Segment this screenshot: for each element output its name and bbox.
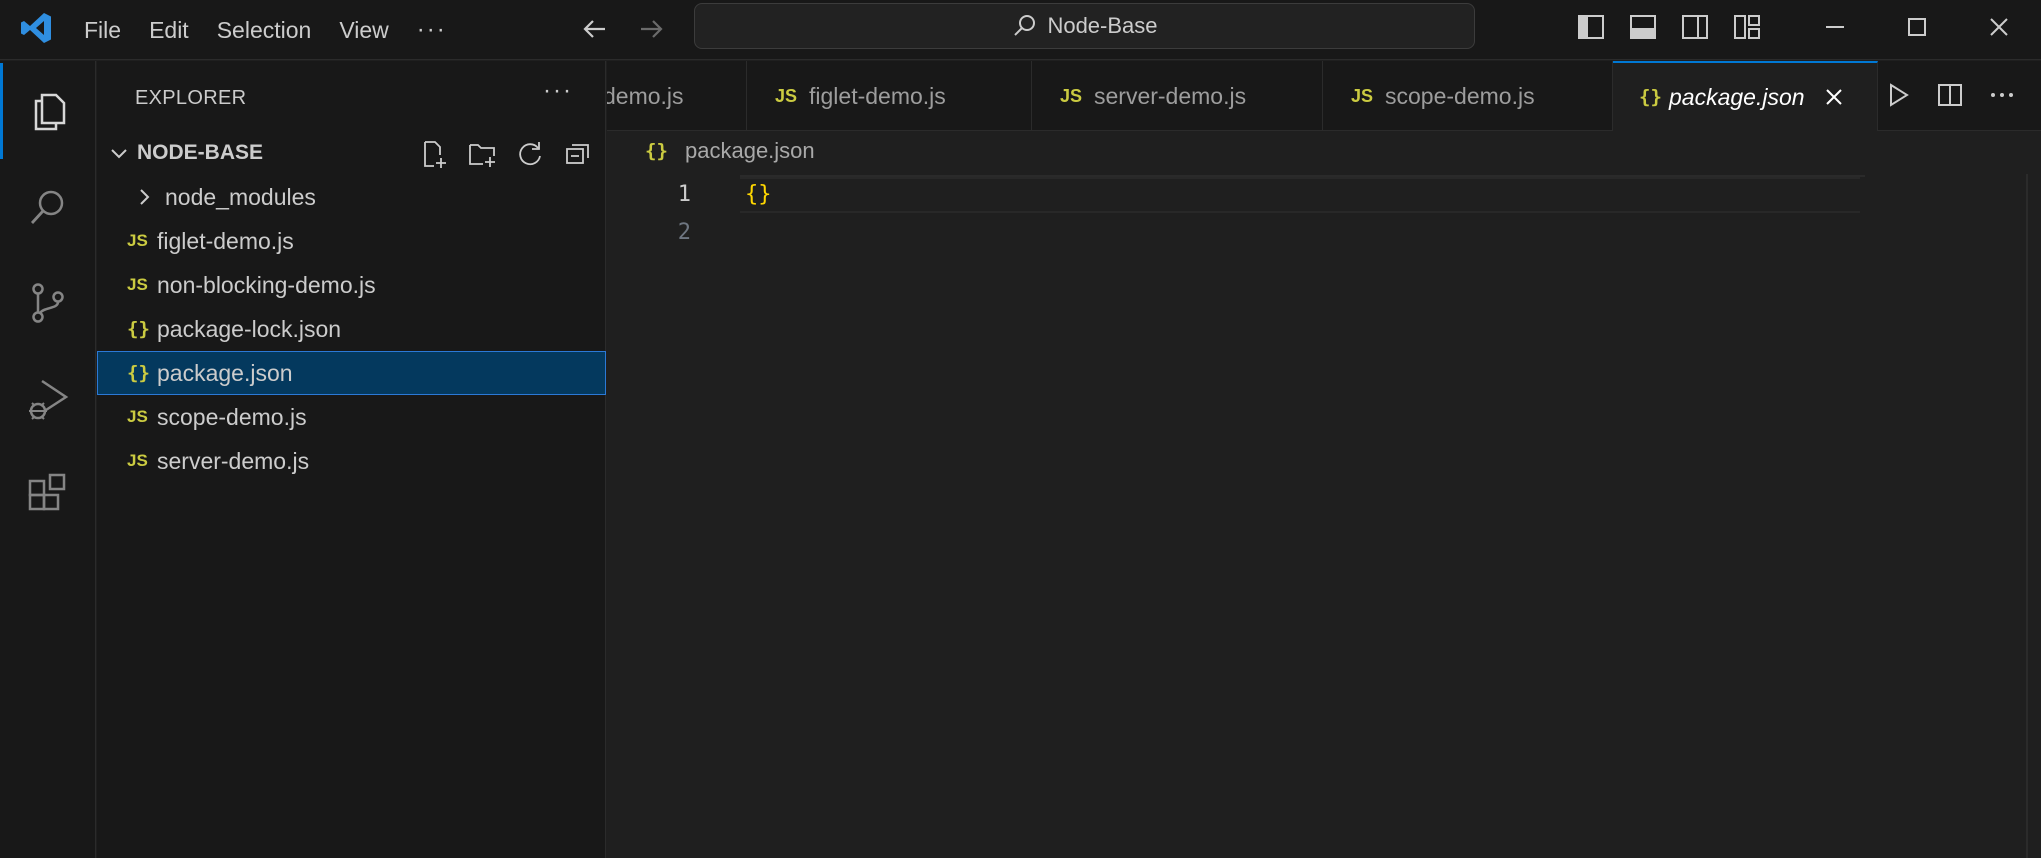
source-control-icon (32, 283, 64, 323)
tab-package-json[interactable]: {} package.json (1613, 61, 1878, 131)
close-tab-icon[interactable] (1823, 86, 1845, 108)
editor-line[interactable]: 1 {} (607, 176, 2041, 214)
toggle-panel-icon[interactable] (1626, 10, 1660, 44)
javascript-file-icon: JS (127, 451, 148, 470)
maximize-icon (1908, 18, 1926, 36)
editor-actions (1883, 80, 2017, 110)
javascript-file-icon: JS (1351, 85, 1374, 106)
close-icon (1990, 18, 2008, 36)
chevron-right-icon (140, 189, 150, 205)
command-center-search[interactable]: Node-Base (694, 3, 1475, 49)
tree-item-label: package.json (157, 359, 293, 386)
title-bar: File Edit Selection View ··· Node-Base (0, 0, 2041, 60)
tab-server-demo[interactable]: JS server-demo.js (1032, 61, 1323, 131)
tree-folder-node-modules[interactable]: node_modules (97, 175, 606, 219)
menu-file[interactable]: File (70, 0, 135, 60)
menu-view[interactable]: View (325, 0, 402, 60)
tree-item-label: scope-demo.js (157, 403, 307, 430)
line-number: 2 (677, 220, 691, 245)
menu-edit[interactable]: Edit (135, 0, 203, 60)
tab-label: demo.js (607, 82, 684, 109)
sidebar-title: EXPLORER (135, 87, 247, 109)
tab-label: package.json (1669, 83, 1805, 110)
javascript-file-icon: JS (127, 231, 148, 250)
tree-file-package-lock[interactable]: {} package-lock.json (97, 307, 606, 351)
run-debug-icon (29, 379, 69, 420)
editor-tabs: demo.js JS figlet-demo.js JS server-demo… (607, 61, 2041, 131)
new-folder-icon[interactable] (467, 139, 497, 169)
activity-search[interactable] (0, 159, 96, 255)
menu-bar: File Edit Selection View ··· (70, 0, 461, 60)
tree-item-label: package-lock.json (157, 315, 342, 342)
activity-run-debug[interactable] (0, 351, 96, 447)
chevron-down-icon (111, 149, 127, 159)
tab-label: figlet-demo.js (809, 82, 946, 109)
files-icon (34, 93, 65, 131)
json-file-icon: {} (645, 140, 668, 162)
activity-explorer[interactable] (0, 63, 96, 159)
javascript-file-icon: JS (127, 275, 148, 294)
search-icon (30, 190, 64, 224)
json-file-icon: {} (1639, 86, 1662, 108)
tree-item-label: node_modules (165, 183, 316, 210)
new-file-icon[interactable] (419, 139, 449, 169)
collapse-all-icon[interactable] (563, 139, 593, 169)
json-file-icon: {} (127, 318, 150, 340)
workspace-folder-header[interactable]: NODE-BASE (97, 131, 606, 175)
extensions-icon (28, 473, 66, 511)
tree-file-server-demo[interactable]: JS server-demo.js (97, 439, 606, 483)
tab-scope-demo[interactable]: JS scope-demo.js (1323, 61, 1613, 131)
maximize-button[interactable] (1876, 0, 1958, 54)
tree-file-package-json[interactable]: {} package.json (97, 351, 606, 395)
javascript-file-icon: JS (127, 407, 148, 426)
search-icon (1014, 15, 1036, 36)
code-text: {} (745, 182, 772, 207)
menu-selection[interactable]: Selection (203, 0, 326, 60)
navigation-arrows (578, 12, 668, 46)
tab-demo-js[interactable]: demo.js (607, 61, 747, 131)
toggle-secondary-sidebar-icon[interactable] (1678, 10, 1712, 44)
javascript-file-icon: JS (775, 85, 798, 106)
layout-controls (1574, 10, 1764, 44)
forward-arrow-icon[interactable] (634, 12, 668, 46)
breadcrumb-file[interactable]: package.json (685, 138, 815, 164)
tree-file-scope-demo[interactable]: JS scope-demo.js (97, 395, 606, 439)
editor-scrollbar[interactable] (2026, 174, 2041, 858)
line-number: 1 (677, 182, 691, 207)
tree-file-non-blocking-demo[interactable]: JS non-blocking-demo.js (97, 263, 606, 307)
minimize-icon (1826, 26, 1844, 28)
run-icon[interactable] (1883, 80, 1913, 110)
activity-bar (0, 61, 96, 858)
tab-figlet-demo[interactable]: JS figlet-demo.js (747, 61, 1032, 131)
tree-item-label: figlet-demo.js (157, 227, 294, 254)
window-controls (1794, 0, 2040, 54)
toggle-primary-sidebar-icon[interactable] (1574, 10, 1608, 44)
javascript-file-icon: JS (1060, 85, 1083, 106)
minimize-button[interactable] (1794, 0, 1876, 54)
json-file-icon: {} (127, 362, 150, 384)
more-actions-icon[interactable] (1987, 80, 2017, 110)
vscode-logo-icon (21, 13, 51, 43)
back-arrow-icon[interactable] (578, 12, 612, 46)
customize-layout-icon[interactable] (1730, 10, 1764, 44)
close-window-button[interactable] (1958, 0, 2040, 54)
menu-more-button[interactable]: ··· (403, 16, 461, 44)
command-center-label: Node-Base (1047, 13, 1158, 38)
activity-source-control[interactable] (0, 255, 96, 351)
folder-actions (419, 139, 593, 169)
tree-item-label: non-blocking-demo.js (157, 271, 376, 298)
activity-extensions[interactable] (0, 447, 96, 543)
explorer-sidebar: EXPLORER ··· NODE-BASE node_modules JS f… (97, 61, 606, 858)
breadcrumb[interactable]: {} package.json (645, 138, 815, 164)
tree-item-label: server-demo.js (157, 447, 310, 474)
sidebar-more-button[interactable]: ··· (543, 77, 573, 105)
tab-label: server-demo.js (1094, 82, 1247, 109)
editor-line[interactable]: 2 (607, 214, 2041, 252)
refresh-icon[interactable] (515, 139, 545, 169)
tab-label: scope-demo.js (1385, 82, 1535, 109)
tree-file-figlet-demo[interactable]: JS figlet-demo.js (97, 219, 606, 263)
workspace-folder-name: NODE-BASE (137, 141, 264, 164)
split-editor-icon[interactable] (1935, 80, 1965, 110)
